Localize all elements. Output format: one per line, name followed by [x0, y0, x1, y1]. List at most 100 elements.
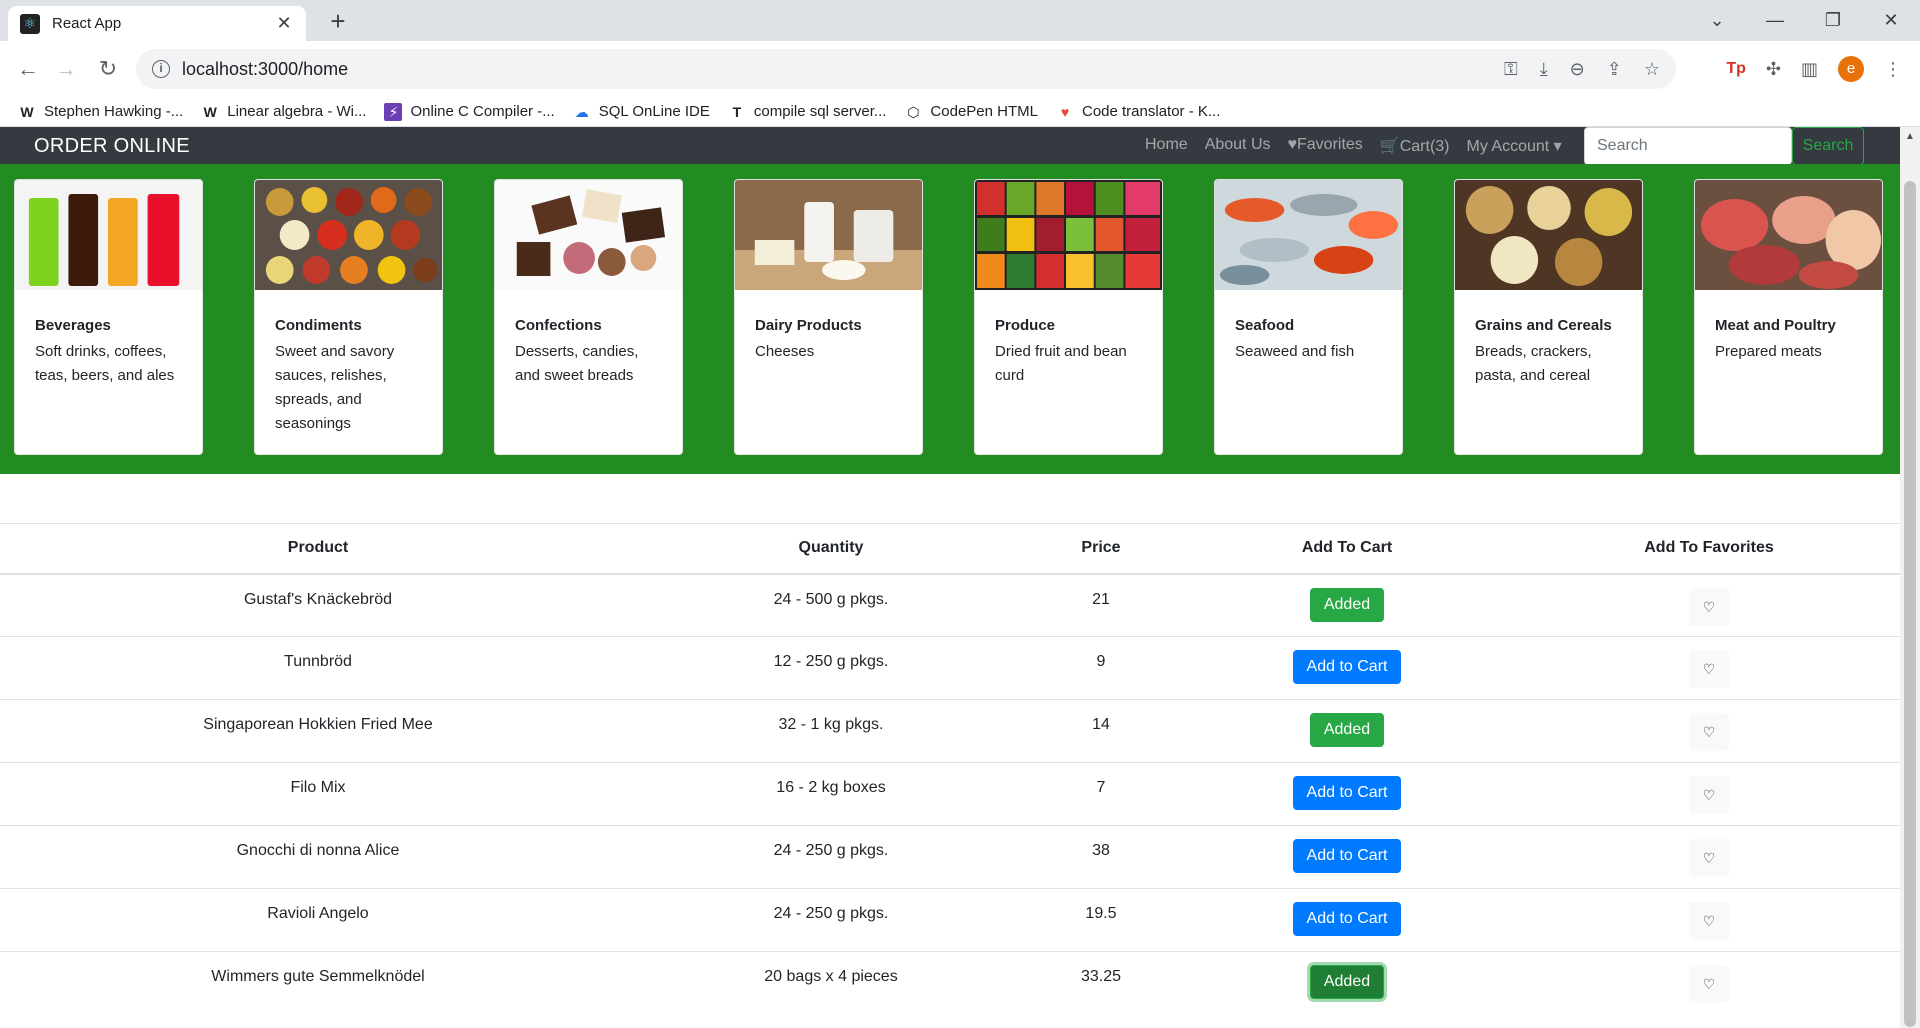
share-icon[interactable]: ⇪ [1607, 59, 1622, 80]
brand-logo[interactable]: ORDER ONLINE [34, 135, 190, 158]
back-icon[interactable]: ← [14, 55, 42, 83]
product-name: Filo Mix [0, 762, 636, 826]
table-row: Ravioli Angelo 24 - 250 g pkgs. 19.5 Add to… [0, 888, 1900, 952]
bookmark-item[interactable]: W Stephen Hawking -... [18, 103, 183, 121]
extensions-icon[interactable]: ✣ [1766, 59, 1781, 80]
table-row: Gnocchi di nonna Alice 24 - 250 g pkgs. 38… [0, 825, 1900, 889]
product-name: Gustaf's Knäckebröd [0, 573, 636, 637]
product-quantity: 24 - 500 g pkgs. [636, 573, 1026, 637]
header-add-to-cart: Add To Cart [1176, 523, 1518, 575]
favorite-cell: ♡ [1518, 825, 1900, 889]
key-icon[interactable]: ⚿ [1504, 59, 1518, 80]
browser-tab[interactable]: ⚛ React App ✕ [8, 6, 306, 41]
forward-icon[interactable]: → [52, 55, 80, 83]
cart-cell: Added [1176, 699, 1518, 763]
add-to-cart-button[interactable]: Add to Cart [1292, 902, 1402, 936]
produce-image [975, 180, 1162, 290]
favorite-cell: ♡ [1518, 762, 1900, 826]
url-text[interactable]: localhost:3000/home [182, 59, 348, 80]
scroll-thumb[interactable] [1904, 181, 1916, 1027]
avatar[interactable]: e [1838, 56, 1864, 82]
heart-icon[interactable]: ♡ [1689, 587, 1729, 626]
search-button[interactable]: Search [1792, 127, 1864, 165]
added-button[interactable]: Added [1309, 713, 1385, 747]
site-info-icon[interactable]: i [152, 60, 170, 78]
favorite-cell: ♡ [1518, 573, 1900, 637]
bolt-icon: ⚡ [384, 102, 403, 121]
bookmark-item[interactable]: ⬡ CodePen HTML [904, 103, 1038, 121]
nav-favorites[interactable]: ♥Favorites [1288, 136, 1363, 156]
table-row: Singaporean Hokkien Fried Mee 32 - 1 kg p… [0, 699, 1900, 763]
bookmark-item[interactable]: ⚡ Online C Compiler -... [384, 102, 555, 121]
nav-home[interactable]: Home [1145, 136, 1188, 156]
reload-icon[interactable]: ↻ [94, 55, 122, 83]
heart-icon[interactable]: ♡ [1689, 902, 1729, 940]
install-icon[interactable]: ⤓ [1540, 59, 1548, 80]
product-price: 19.5 [1026, 888, 1176, 952]
heart-icon[interactable]: ♡ [1689, 713, 1729, 751]
added-button[interactable]: Added [1309, 587, 1385, 622]
category-card-confections[interactable]: Confections Desserts, candies, and sweet… [494, 179, 683, 455]
product-price: 33.25 [1026, 951, 1176, 1015]
category-description: Seaweed and fish [1235, 343, 1355, 360]
page-viewport: ORDER ONLINE Home About Us ♥Favorites 🛒C… [0, 127, 1900, 1028]
nav-my-account[interactable]: My Account ▾ [1467, 136, 1562, 156]
category-card-beverages[interactable]: Beverages Soft drinks, coffees, teas, be… [14, 179, 203, 455]
menu-icon[interactable]: ⋮ [1884, 59, 1902, 80]
minimize-button[interactable]: — [1752, 4, 1798, 36]
category-card-condiments[interactable]: Condiments Sweet and savory sauces, reli… [254, 179, 443, 455]
category-card-produce[interactable]: Produce Dried fruit and bean curd [974, 179, 1163, 455]
category-card-meat[interactable]: Meat and Poultry Prepared meats [1694, 179, 1883, 455]
seafood-image [1215, 180, 1402, 290]
category-description: Prepared meats [1715, 343, 1822, 360]
heart-icon[interactable]: ♡ [1689, 650, 1729, 688]
category-name: Confections [515, 317, 602, 334]
heart-icon[interactable]: ♡ [1689, 776, 1729, 814]
heart-icon[interactable]: ♡ [1689, 965, 1729, 1003]
scroll-up-icon[interactable]: ▲ [1905, 131, 1915, 142]
product-name: Tunnbröd [0, 636, 636, 700]
browser-tab-strip: ⚛ React App ✕ + ⌄ — ❐ ✕ [0, 0, 1920, 41]
bookmark-item[interactable]: Tcompile sql server... [728, 103, 887, 121]
header-price: Price [1026, 523, 1176, 575]
header-quantity: Quantity [636, 523, 1026, 575]
add-to-cart-button[interactable]: Add to Cart [1292, 776, 1402, 810]
page-scrollbar[interactable]: ▲ [1900, 127, 1920, 1028]
bookmarks-bar: W Stephen Hawking -... W Linear algebra - … [0, 97, 1920, 127]
search-input[interactable]: Search [1584, 127, 1792, 165]
category-card-seafood[interactable]: Seafood Seaweed and fish [1214, 179, 1403, 455]
product-quantity: 24 - 250 g pkgs. [636, 888, 1026, 952]
close-tab-icon[interactable]: ✕ [274, 13, 294, 34]
category-card-dairy[interactable]: Dairy Products Cheeses [734, 179, 923, 455]
favorite-cell: ♡ [1518, 699, 1900, 763]
category-description: Cheeses [755, 343, 815, 360]
side-panel-icon[interactable]: ▥ [1801, 59, 1818, 80]
category-description: Soft drinks, coffees, teas, beers, and a… [35, 343, 175, 384]
new-tab-button[interactable]: + [324, 8, 352, 36]
address-bar[interactable]: i localhost:3000/home ⚿ ⤓ ⊖ ⇪ ☆ [136, 49, 1676, 89]
bookmark-item[interactable]: ♥ Code translator - K... [1056, 103, 1221, 121]
bookmark-label: Linear algebra - Wi... [227, 103, 367, 120]
bookmark-item[interactable]: ☁ SQL OnLine IDE [573, 103, 710, 121]
added-button[interactable]: Added [1309, 965, 1385, 999]
category-name: Seafood [1235, 317, 1295, 334]
grains-image [1455, 180, 1642, 290]
tp-extension-icon[interactable]: Tp [1726, 60, 1746, 78]
tab-search-icon[interactable]: ⌄ [1694, 4, 1740, 36]
product-quantity: 12 - 250 g pkgs. [636, 636, 1026, 700]
restore-button[interactable]: ❐ [1810, 4, 1856, 36]
close-window-button[interactable]: ✕ [1868, 4, 1914, 36]
zoom-icon[interactable]: ⊖ [1570, 59, 1585, 80]
nav-about[interactable]: About Us [1205, 136, 1271, 156]
bookmark-item[interactable]: W Linear algebra - Wi... [201, 103, 367, 121]
star-icon[interactable]: ☆ [1644, 59, 1660, 80]
nav-cart[interactable]: 🛒Cart(3) [1380, 136, 1450, 156]
confections-image [495, 180, 682, 290]
category-card-grains[interactable]: Grains and Cereals Breads, crackers, pas… [1454, 179, 1643, 455]
product-quantity: 24 - 250 g pkgs. [636, 825, 1026, 889]
heart-icon[interactable]: ♡ [1689, 839, 1729, 877]
add-to-cart-button[interactable]: Add to Cart [1292, 650, 1402, 684]
product-name: Gnocchi di nonna Alice [0, 825, 636, 889]
add-to-cart-button[interactable]: Add to Cart [1292, 839, 1402, 873]
category-name: Dairy Products [755, 317, 862, 334]
